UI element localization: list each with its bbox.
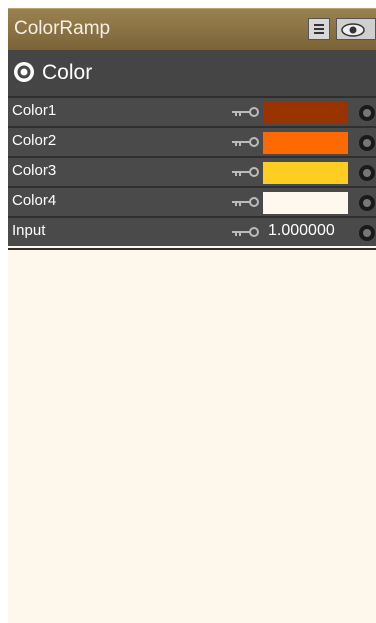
target-icon	[14, 62, 34, 82]
color3-row: Color3	[8, 156, 376, 186]
row-label: Color4	[12, 192, 57, 209]
row-label: Color2	[12, 132, 57, 149]
input-value[interactable]: 1.000000	[268, 222, 335, 240]
color1-row: Color1	[8, 96, 376, 126]
section-label: Color	[42, 61, 93, 84]
color2-swatch[interactable]	[263, 132, 348, 154]
divider	[8, 248, 376, 250]
key-icon[interactable]	[230, 196, 260, 208]
color2-row: Color2	[8, 126, 376, 156]
connector-icon[interactable]	[358, 134, 376, 152]
connector-icon[interactable]	[358, 164, 376, 182]
connector-icon[interactable]	[358, 104, 376, 122]
key-icon[interactable]	[230, 166, 260, 178]
node-title-bar[interactable]: ColorRamp	[8, 8, 376, 50]
input-row: Input 1.000000	[8, 216, 376, 246]
connector-icon[interactable]	[358, 224, 376, 242]
color4-swatch[interactable]	[263, 192, 348, 214]
color1-swatch[interactable]	[263, 102, 348, 124]
key-icon[interactable]	[230, 136, 260, 148]
menu-icon[interactable]	[308, 18, 330, 40]
row-label: Color1	[12, 102, 57, 119]
key-icon[interactable]	[230, 106, 260, 118]
color-ramp-node: ColorRamp Color Color1 Color2 Color3 Col…	[8, 8, 376, 623]
row-label: Input	[12, 222, 46, 239]
key-icon[interactable]	[230, 226, 260, 238]
node-title: ColorRamp	[14, 18, 111, 39]
color3-swatch[interactable]	[263, 162, 348, 184]
eye-icon[interactable]	[336, 18, 376, 40]
row-label: Color3	[12, 162, 57, 179]
color4-row: Color4	[8, 186, 376, 216]
connector-icon[interactable]	[358, 194, 376, 212]
color-section-header[interactable]: Color	[8, 50, 376, 96]
